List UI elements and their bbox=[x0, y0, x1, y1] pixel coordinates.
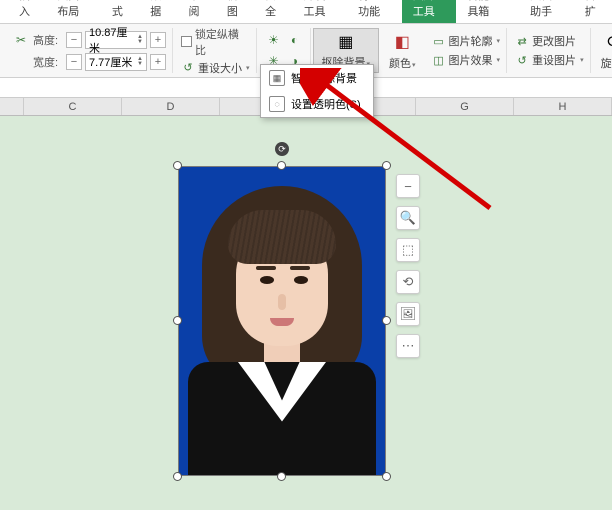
tab-doc-assistant[interactable]: 文档助手 bbox=[519, 0, 574, 23]
resize-handle-r[interactable] bbox=[382, 316, 391, 325]
effect-icon: ◫ bbox=[432, 53, 446, 67]
change-picture-link[interactable]: ⇄更改图片 bbox=[515, 33, 584, 49]
smart-remove-icon: ▦ bbox=[269, 70, 285, 86]
replace-button[interactable]: 🖼 bbox=[396, 302, 420, 326]
select-all-corner[interactable] bbox=[0, 98, 24, 115]
resize-handle-br[interactable] bbox=[382, 472, 391, 481]
width-plus[interactable]: + bbox=[150, 54, 166, 70]
remove-bg-dropdown: ▦ 智能抠除背景 ◌ 设置透明色(S) bbox=[260, 64, 374, 118]
col-h[interactable]: H bbox=[514, 98, 612, 115]
height-plus[interactable]: + bbox=[150, 32, 166, 48]
resize-handle-t[interactable] bbox=[277, 161, 286, 170]
picture-effect-link[interactable]: ◫图片效果▾ bbox=[432, 52, 501, 68]
height-input[interactable]: 10.87厘米▲▼ bbox=[85, 31, 147, 49]
rotate-right-button[interactable]: ⟲ bbox=[396, 270, 420, 294]
selection-border bbox=[178, 166, 386, 476]
tab-extra[interactable]: 百扩 bbox=[574, 0, 612, 23]
tab-review[interactable]: 审阅 bbox=[178, 0, 216, 23]
grid-area[interactable]: ⟳ − 🔍 ⬚ ⟲ 🖼 ⋯ bbox=[0, 116, 612, 510]
resize-handle-l[interactable] bbox=[173, 316, 182, 325]
resetimg-icon: ↺ bbox=[515, 53, 529, 67]
col-c[interactable]: C bbox=[24, 98, 122, 115]
width-input[interactable]: 7.77厘米▲▼ bbox=[85, 53, 147, 71]
reset-size-link[interactable]: ↺重设大小▾ bbox=[181, 60, 250, 76]
picture-outline-link[interactable]: ▭图片轮廓▾ bbox=[432, 33, 501, 49]
collapse-button[interactable]: − bbox=[396, 174, 420, 198]
tab-features[interactable]: 特色功能 bbox=[347, 0, 402, 23]
resize-handle-tr[interactable] bbox=[382, 161, 391, 170]
height-minus[interactable]: − bbox=[66, 32, 82, 48]
tab-formula[interactable]: 公式 bbox=[101, 0, 139, 23]
change-icon: ⇄ bbox=[515, 34, 529, 48]
tab-view[interactable]: 视图 bbox=[216, 0, 254, 23]
rotate-button[interactable]: ⟳ 旋转▾ bbox=[593, 28, 612, 73]
tab-data[interactable]: 数据 bbox=[139, 0, 177, 23]
zoom-button[interactable]: 🔍 bbox=[396, 206, 420, 230]
resize-handle-bl[interactable] bbox=[173, 472, 182, 481]
crop-icon: ✂ bbox=[12, 31, 30, 49]
tab-security[interactable]: 安全 bbox=[254, 0, 292, 23]
tab-bar: 插入 页面布局 公式 数据 审阅 视图 安全 开发工具 特色功能 图片工具 智能… bbox=[0, 0, 612, 24]
height-label: 高度: bbox=[33, 32, 63, 48]
tab-dev[interactable]: 开发工具 bbox=[292, 0, 347, 23]
selected-image[interactable]: ⟳ bbox=[178, 166, 386, 476]
smart-remove-bg-item[interactable]: ▦ 智能抠除背景 bbox=[261, 65, 373, 91]
reset-icon: ↺ bbox=[181, 61, 195, 75]
rotate-icon: ⟳ bbox=[603, 31, 612, 53]
outline-icon: ▭ bbox=[432, 34, 446, 48]
tab-insert[interactable]: 插入 bbox=[8, 0, 46, 23]
set-transparent-color-item[interactable]: ◌ 设置透明色(S) bbox=[261, 91, 373, 117]
reset-picture-link[interactable]: ↺重设图片▾ bbox=[515, 52, 584, 68]
worksheet: C D E F G H ⟳ − 🔍 ⬚ ⟲ bbox=[0, 98, 612, 510]
contrast-up-icon[interactable]: ◐ bbox=[286, 31, 304, 49]
resize-handle-tl[interactable] bbox=[173, 161, 182, 170]
tab-smart-toolbox[interactable]: 智能工具箱 bbox=[456, 0, 519, 23]
picture-change-group: ⇄更改图片 ↺重设图片▾ bbox=[509, 28, 591, 73]
col-d[interactable]: D bbox=[122, 98, 220, 115]
brightness-up-icon[interactable]: ☀ bbox=[265, 31, 283, 49]
image-toolbar: − 🔍 ⬚ ⟲ 🖼 ⋯ bbox=[396, 174, 420, 358]
tab-layout[interactable]: 页面布局 bbox=[46, 0, 101, 23]
lock-aspect-checkbox[interactable]: 锁定纵横比 bbox=[181, 26, 250, 58]
crop-button[interactable]: ⬚ bbox=[396, 238, 420, 262]
lock-group: 锁定纵横比 ↺重设大小▾ bbox=[175, 28, 257, 73]
col-g[interactable]: G bbox=[416, 98, 514, 115]
width-label: 宽度: bbox=[33, 54, 63, 70]
rotate-handle[interactable]: ⟳ bbox=[275, 142, 289, 156]
tab-picture-tools[interactable]: 图片工具 bbox=[402, 0, 457, 23]
color-button[interactable]: ◧ 颜色▾ bbox=[381, 28, 424, 73]
transparent-icon: ◌ bbox=[269, 96, 285, 112]
remove-bg-icon: ▦ bbox=[335, 31, 357, 52]
width-minus[interactable]: − bbox=[66, 54, 82, 70]
size-group: ✂ 高度: − 10.87厘米▲▼ + 宽度: − 7.77厘米▲▼ + bbox=[6, 28, 173, 73]
color-icon: ◧ bbox=[391, 31, 413, 53]
resize-handle-b[interactable] bbox=[277, 472, 286, 481]
picture-style-group: ▭图片轮廓▾ ◫图片效果▾ bbox=[426, 28, 508, 73]
more-button[interactable]: ⋯ bbox=[396, 334, 420, 358]
